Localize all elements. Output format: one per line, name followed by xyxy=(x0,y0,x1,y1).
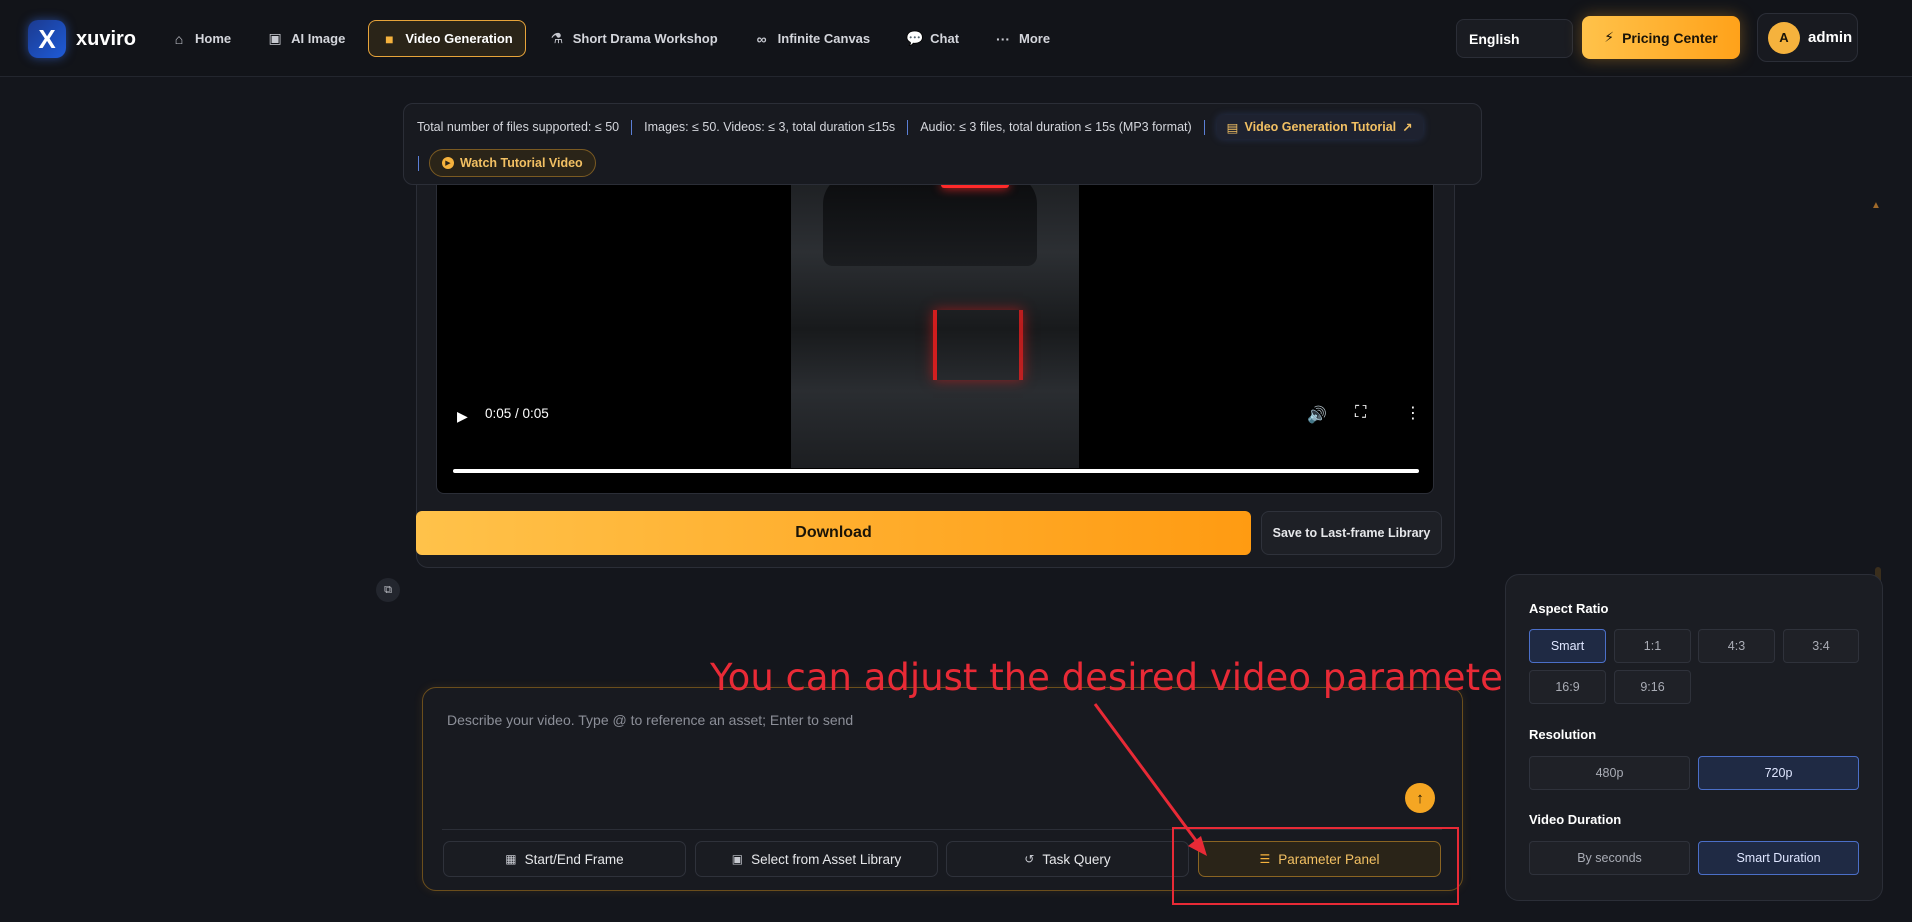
aspect-option-1-1[interactable]: 1:1 xyxy=(1614,629,1691,663)
logo-mark-icon: X xyxy=(28,20,66,58)
ellipsis-icon: ··· xyxy=(996,30,1011,47)
pricing-center-label: Pricing Center xyxy=(1622,29,1718,46)
annotation-text: You can adjust the desired video paramet… xyxy=(710,656,1633,699)
divider xyxy=(1203,119,1205,135)
infinity-icon: ∞ xyxy=(756,30,767,47)
start-end-frame-label: Start/End Frame xyxy=(524,851,624,867)
images-icon: ▣ xyxy=(731,852,744,866)
brand-logo[interactable]: X xuviro xyxy=(28,20,136,58)
nav-more-label: More xyxy=(1019,31,1051,46)
book-icon: ▤ xyxy=(1226,120,1239,135)
scroll-up-icon[interactable]: ▲ xyxy=(1871,200,1881,211)
lightning-icon: ⚡ xyxy=(1604,29,1615,45)
nav-infinite-canvas[interactable]: ∞ Infinite Canvas xyxy=(741,20,883,57)
nav-short-drama-label: Short Drama Workshop xyxy=(572,31,718,46)
video-player[interactable]: ▶ 0:05 / 0:05 🔊 ⛶ ⋮ xyxy=(436,160,1434,494)
select-from-asset-library-button[interactable]: ▣ Select from Asset Library xyxy=(695,841,938,877)
aspect-option-9-16[interactable]: 9:16 xyxy=(1614,670,1691,704)
send-button[interactable]: ↑ xyxy=(1405,783,1435,813)
play-circle-icon: ▶ xyxy=(442,157,454,169)
aspect-ratio-title: Aspect Ratio xyxy=(1529,601,1609,616)
video-generation-tutorial-link[interactable]: ▤ Video Generation Tutorial ↗ xyxy=(1216,115,1423,139)
flask-icon: ⚗ xyxy=(550,30,563,46)
history-icon: ↺ xyxy=(1024,852,1035,866)
task-query-label: Task Query xyxy=(1042,851,1111,867)
more-options-icon[interactable]: ⋮ xyxy=(1405,403,1421,423)
watch-row: ▶ Watch Tutorial Video xyxy=(418,149,596,177)
nav-chat[interactable]: 💬 Chat xyxy=(893,20,972,57)
resolution-title: Resolution xyxy=(1529,727,1597,742)
chat-bubbles-icon: 💬 xyxy=(906,30,924,46)
film-frame-icon: ▦ xyxy=(505,852,517,866)
upload-limits-bar: Total number of files supported: ≤ 50 Im… xyxy=(403,103,1482,185)
language-select[interactable]: English xyxy=(1456,19,1573,58)
image-icon: ▣ xyxy=(268,30,282,46)
play-icon[interactable]: ▶ xyxy=(457,408,468,425)
duration-option-smart-duration[interactable]: Smart Duration xyxy=(1698,841,1859,875)
volume-icon[interactable]: 🔊 xyxy=(1307,405,1327,425)
video-frame xyxy=(791,160,1079,468)
save-to-last-frame-library-button[interactable]: Save to Last-frame Library xyxy=(1261,511,1442,555)
video-camera-icon: ■ xyxy=(385,30,394,47)
duration-option-by-seconds[interactable]: By seconds xyxy=(1529,841,1690,875)
audio-limit: Audio: ≤ 3 files, total duration ≤ 15s (… xyxy=(920,120,1192,134)
aspect-option-smart[interactable]: Smart xyxy=(1529,629,1606,663)
nav-more[interactable]: ··· More xyxy=(982,20,1063,57)
divider xyxy=(418,155,419,171)
prompt-input[interactable] xyxy=(447,712,1387,812)
aspect-option-16-9[interactable]: 16:9 xyxy=(1529,670,1606,704)
nav-home[interactable]: ⌂ Home xyxy=(158,20,244,57)
fullscreen-icon[interactable]: ⛶ xyxy=(1355,404,1366,422)
files-limit: Total number of files supported: ≤ 50 xyxy=(417,120,620,134)
brand-name: xuviro xyxy=(76,27,137,50)
top-nav: X xuviro ⌂ Home ▣ AI Image ■ Video Gener… xyxy=(0,0,1912,77)
start-end-frame-button[interactable]: ▦ Start/End Frame xyxy=(443,841,686,877)
nav-items: ⌂ Home ▣ AI Image ■ Video Generation ⚗ S… xyxy=(158,20,1063,57)
nav-chat-label: Chat xyxy=(930,31,960,46)
external-link-icon: ↗ xyxy=(1402,120,1413,135)
copy-icon[interactable]: ⧉ xyxy=(376,578,400,602)
resolution-option-720p[interactable]: 720p xyxy=(1698,756,1859,790)
user-name: admin xyxy=(1808,29,1853,46)
task-query-button[interactable]: ↺ Task Query xyxy=(946,841,1189,877)
tail-light-reflection xyxy=(933,310,1023,380)
avatar: A xyxy=(1768,21,1800,54)
watch-tutorial-label: Watch Tutorial Video xyxy=(460,156,583,170)
divider xyxy=(907,119,909,135)
annotation-highlight-box xyxy=(1172,827,1459,905)
user-menu[interactable]: A admin xyxy=(1757,13,1858,62)
video-duration-title: Video Duration xyxy=(1529,812,1622,827)
home-icon: ⌂ xyxy=(174,30,184,47)
tutorial-link-label: Video Generation Tutorial xyxy=(1244,120,1397,134)
divider xyxy=(631,119,633,135)
pricing-center-button[interactable]: ⚡ Pricing Center xyxy=(1582,16,1740,59)
video-progress-bar[interactable] xyxy=(453,469,1419,473)
nav-ai-image-label: AI Image xyxy=(291,31,346,46)
nav-ai-image[interactable]: ▣ AI Image xyxy=(254,20,358,57)
asset-library-label: Select from Asset Library xyxy=(751,851,902,867)
nav-video-generation-label: Video Generation xyxy=(405,31,513,46)
aspect-option-4-3[interactable]: 4:3 xyxy=(1698,629,1775,663)
nav-short-drama-workshop[interactable]: ⚗ Short Drama Workshop xyxy=(536,20,731,57)
images-videos-limit: Images: ≤ 50. Videos: ≤ 3, total duratio… xyxy=(644,120,896,134)
aspect-option-3-4[interactable]: 3:4 xyxy=(1783,629,1859,663)
limits-row: Total number of files supported: ≤ 50 Im… xyxy=(417,115,1423,139)
video-time: 0:05 / 0:05 xyxy=(485,406,549,421)
arrow-up-icon: ↑ xyxy=(1416,789,1424,807)
resolution-option-480p[interactable]: 480p xyxy=(1529,756,1690,790)
nav-infinite-canvas-label: Infinite Canvas xyxy=(777,31,871,46)
watch-tutorial-video-button[interactable]: ▶ Watch Tutorial Video xyxy=(429,149,596,177)
nav-video-generation[interactable]: ■ Video Generation xyxy=(368,20,526,57)
download-button[interactable]: Download xyxy=(416,511,1251,555)
nav-home-label: Home xyxy=(195,31,232,46)
